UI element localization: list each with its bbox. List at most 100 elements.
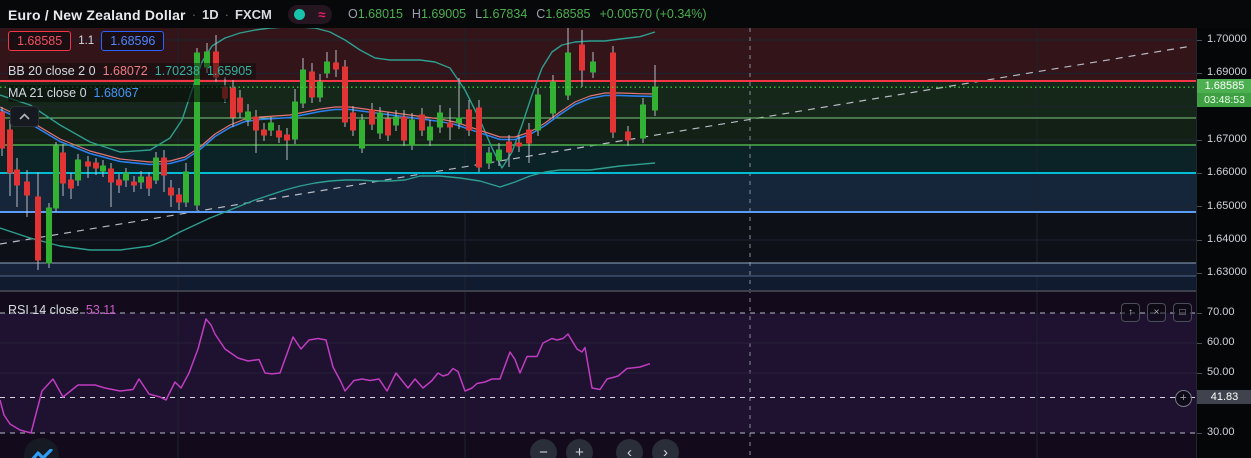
axis-price-label: 1.66000 (1207, 166, 1247, 179)
buy-ask-button[interactable]: 1.68596 (101, 31, 165, 51)
axis-tick-mark (1197, 206, 1202, 208)
candle-body (610, 52, 616, 133)
candle-body (309, 71, 315, 98)
add-alert-plus-icon[interactable]: + (1175, 390, 1192, 407)
pane-separator (0, 290, 1251, 292)
rsi-level-badge: 41.83 (1197, 389, 1251, 404)
price-zone (0, 263, 1196, 276)
maximize-pane-button[interactable]: □ (1173, 303, 1192, 322)
candle-body (350, 112, 356, 131)
candle-body (437, 112, 443, 128)
ohlc-low: L1.67834 (475, 7, 528, 21)
candle-body (393, 116, 399, 126)
axis-tick-mark (1197, 432, 1202, 434)
ohlc-row: O1.68015 H1.69005 L1.67834 C1.68585 +0.0… (348, 7, 707, 21)
candle-body (625, 131, 631, 141)
bar-countdown-label: 03:48:53 (1197, 93, 1251, 108)
rsi-pane-controls: ↑ × □ (1121, 303, 1192, 322)
change-label: +0.00570 (+0.34%) (599, 7, 707, 21)
axis-tick-mark (1197, 272, 1202, 274)
candle-body (409, 119, 415, 146)
candle-body (123, 172, 129, 181)
tradingview-logo-icon (30, 448, 53, 458)
candle-body (535, 94, 541, 131)
candle-body (85, 161, 91, 167)
candle-body (161, 157, 167, 176)
candle-body (268, 122, 274, 131)
market-status-toggle[interactable]: ≈ (287, 5, 332, 24)
bb-indicator-legend[interactable]: BB 20 close 2 0 1.68072 1.70238 1.65905 (8, 63, 257, 79)
candle-body (75, 159, 81, 181)
ma-indicator-legend[interactable]: MA 21 close 0 1.68067 (8, 85, 229, 102)
candle-body (506, 141, 512, 153)
candle-body (237, 97, 243, 113)
candle-body (245, 111, 251, 121)
price-axis[interactable]: 1 NZD 1.68585 03:48:53 41.83 1.700001.69… (1196, 0, 1251, 458)
candle-body (385, 118, 391, 136)
symbol-row[interactable]: Euro / New Zealand Dollar · 1D · FXCM ≈ (8, 5, 332, 24)
axis-tick-mark (1197, 372, 1202, 374)
candle-body (640, 104, 646, 139)
candle-body (138, 176, 144, 183)
candle-body (276, 130, 282, 138)
candle-body (68, 179, 74, 189)
candle-body (14, 169, 20, 186)
candle-body (60, 152, 66, 184)
ohlc-open: O1.68015 (348, 7, 403, 21)
axis-price-label: 1.70000 (1207, 33, 1247, 45)
symbol-title[interactable]: Euro / New Zealand Dollar (8, 7, 186, 23)
axis-price-label: 70.00 (1207, 306, 1235, 318)
candle-body (342, 66, 348, 123)
exchange-label: FXCM (235, 7, 272, 22)
close-pane-button[interactable]: × (1147, 303, 1166, 322)
candle-body (24, 181, 30, 196)
candle-body (100, 165, 106, 172)
ma-value: 1.68067 (93, 86, 139, 100)
candle-body (116, 179, 122, 186)
candle-body (230, 87, 236, 118)
delayed-data-icon: ≈ (318, 6, 326, 22)
candle-body (93, 162, 99, 169)
axis-price-label: 1.67000 (1207, 133, 1247, 145)
axis-price-label: 50.00 (1207, 366, 1235, 378)
candle-body (7, 129, 13, 174)
axis-price-label: 30.00 (1207, 426, 1235, 438)
market-open-dot-icon (294, 9, 306, 20)
candle-body (333, 62, 339, 70)
move-pane-up-button[interactable]: ↑ (1121, 303, 1140, 322)
bb-lower-value: 1.65905 (206, 64, 253, 78)
candle-body (183, 171, 189, 203)
candle-body (253, 116, 259, 131)
rsi-indicator-legend[interactable]: RSI 14 close 53.11 (8, 303, 116, 317)
axis-price-label: 60.00 (1207, 336, 1235, 348)
candle-body (300, 69, 306, 104)
sell-bid-button[interactable]: 1.68585 (8, 31, 72, 51)
collapse-legend-button[interactable] (10, 106, 39, 127)
ohlc-close: C1.68585 (536, 7, 591, 21)
candle-body (496, 149, 502, 161)
candle-body (579, 44, 585, 71)
candle-body (284, 134, 290, 141)
candle-body (0, 111, 5, 149)
axis-price-label: 1.69000 (1207, 66, 1247, 79)
axis-tick-mark (1197, 72, 1202, 74)
axis-tick-mark (1197, 342, 1202, 344)
axis-price-label: 1.64000 (1207, 233, 1247, 245)
candle-body (516, 142, 522, 147)
candle-body (427, 126, 433, 141)
candle-body (46, 207, 52, 264)
quote-row: 1.68585 1.1 1.68596 (8, 31, 165, 51)
candle-body (401, 116, 407, 141)
interval-label[interactable]: 1D (202, 7, 219, 22)
axis-tick-mark (1197, 239, 1202, 241)
trading-chart-app: { "toolbar": { "symbol": "Euro / New Zea… (0, 0, 1251, 458)
spread-label: 1.1 (78, 35, 95, 47)
candle-body (476, 107, 482, 168)
separator-dot: · (224, 7, 230, 22)
candle-body (108, 168, 114, 183)
rsi-label: RSI 14 close (8, 303, 79, 317)
bb-label: BB 20 close 2 0 (8, 64, 96, 78)
candle-body (317, 81, 323, 98)
candle-body (131, 181, 137, 186)
candle-body (652, 86, 658, 111)
